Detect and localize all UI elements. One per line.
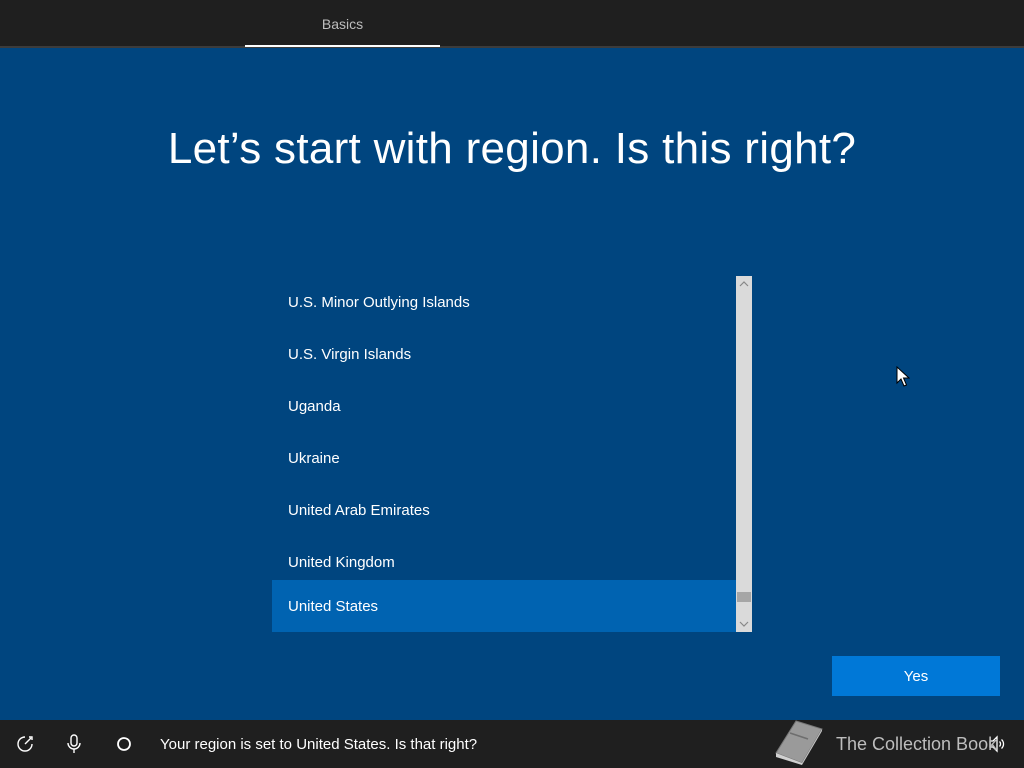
tab-basics[interactable]: Basics bbox=[245, 0, 440, 48]
scroll-up-arrow-icon[interactable] bbox=[736, 276, 752, 292]
narration-text: Your region is set to United States. Is … bbox=[160, 735, 478, 753]
bottom-taskbar: Your region is set to United States. Is … bbox=[0, 720, 1024, 768]
tab-active-indicator bbox=[245, 45, 440, 47]
page-title: Let’s start with region. Is this right? bbox=[167, 124, 857, 173]
scrollbar-thumb[interactable] bbox=[737, 592, 751, 602]
list-item[interactable]: United Arab Emirates bbox=[272, 484, 736, 536]
volume-icon[interactable] bbox=[985, 732, 1009, 756]
list-item[interactable]: Uganda bbox=[272, 380, 736, 432]
yes-button[interactable]: Yes bbox=[832, 656, 1000, 696]
cortana-circle-icon[interactable] bbox=[112, 732, 136, 756]
list-item[interactable]: U.S. Virgin Islands bbox=[272, 328, 736, 380]
list-item[interactable]: Ukraine bbox=[272, 432, 736, 484]
microphone-icon[interactable] bbox=[62, 732, 86, 756]
top-nav-bar: Basics bbox=[0, 0, 1024, 48]
mouse-pointer-icon bbox=[896, 365, 911, 388]
ease-of-access-icon[interactable] bbox=[13, 732, 37, 756]
scroll-down-arrow-icon[interactable] bbox=[736, 616, 752, 632]
region-list-scrollbar[interactable] bbox=[736, 276, 752, 632]
region-list[interactable]: U.S. Minor Outlying Islands U.S. Virgin … bbox=[272, 276, 752, 632]
list-item[interactable]: U.S. Minor Outlying Islands bbox=[272, 276, 736, 328]
list-item-selected[interactable]: United States bbox=[272, 580, 736, 632]
